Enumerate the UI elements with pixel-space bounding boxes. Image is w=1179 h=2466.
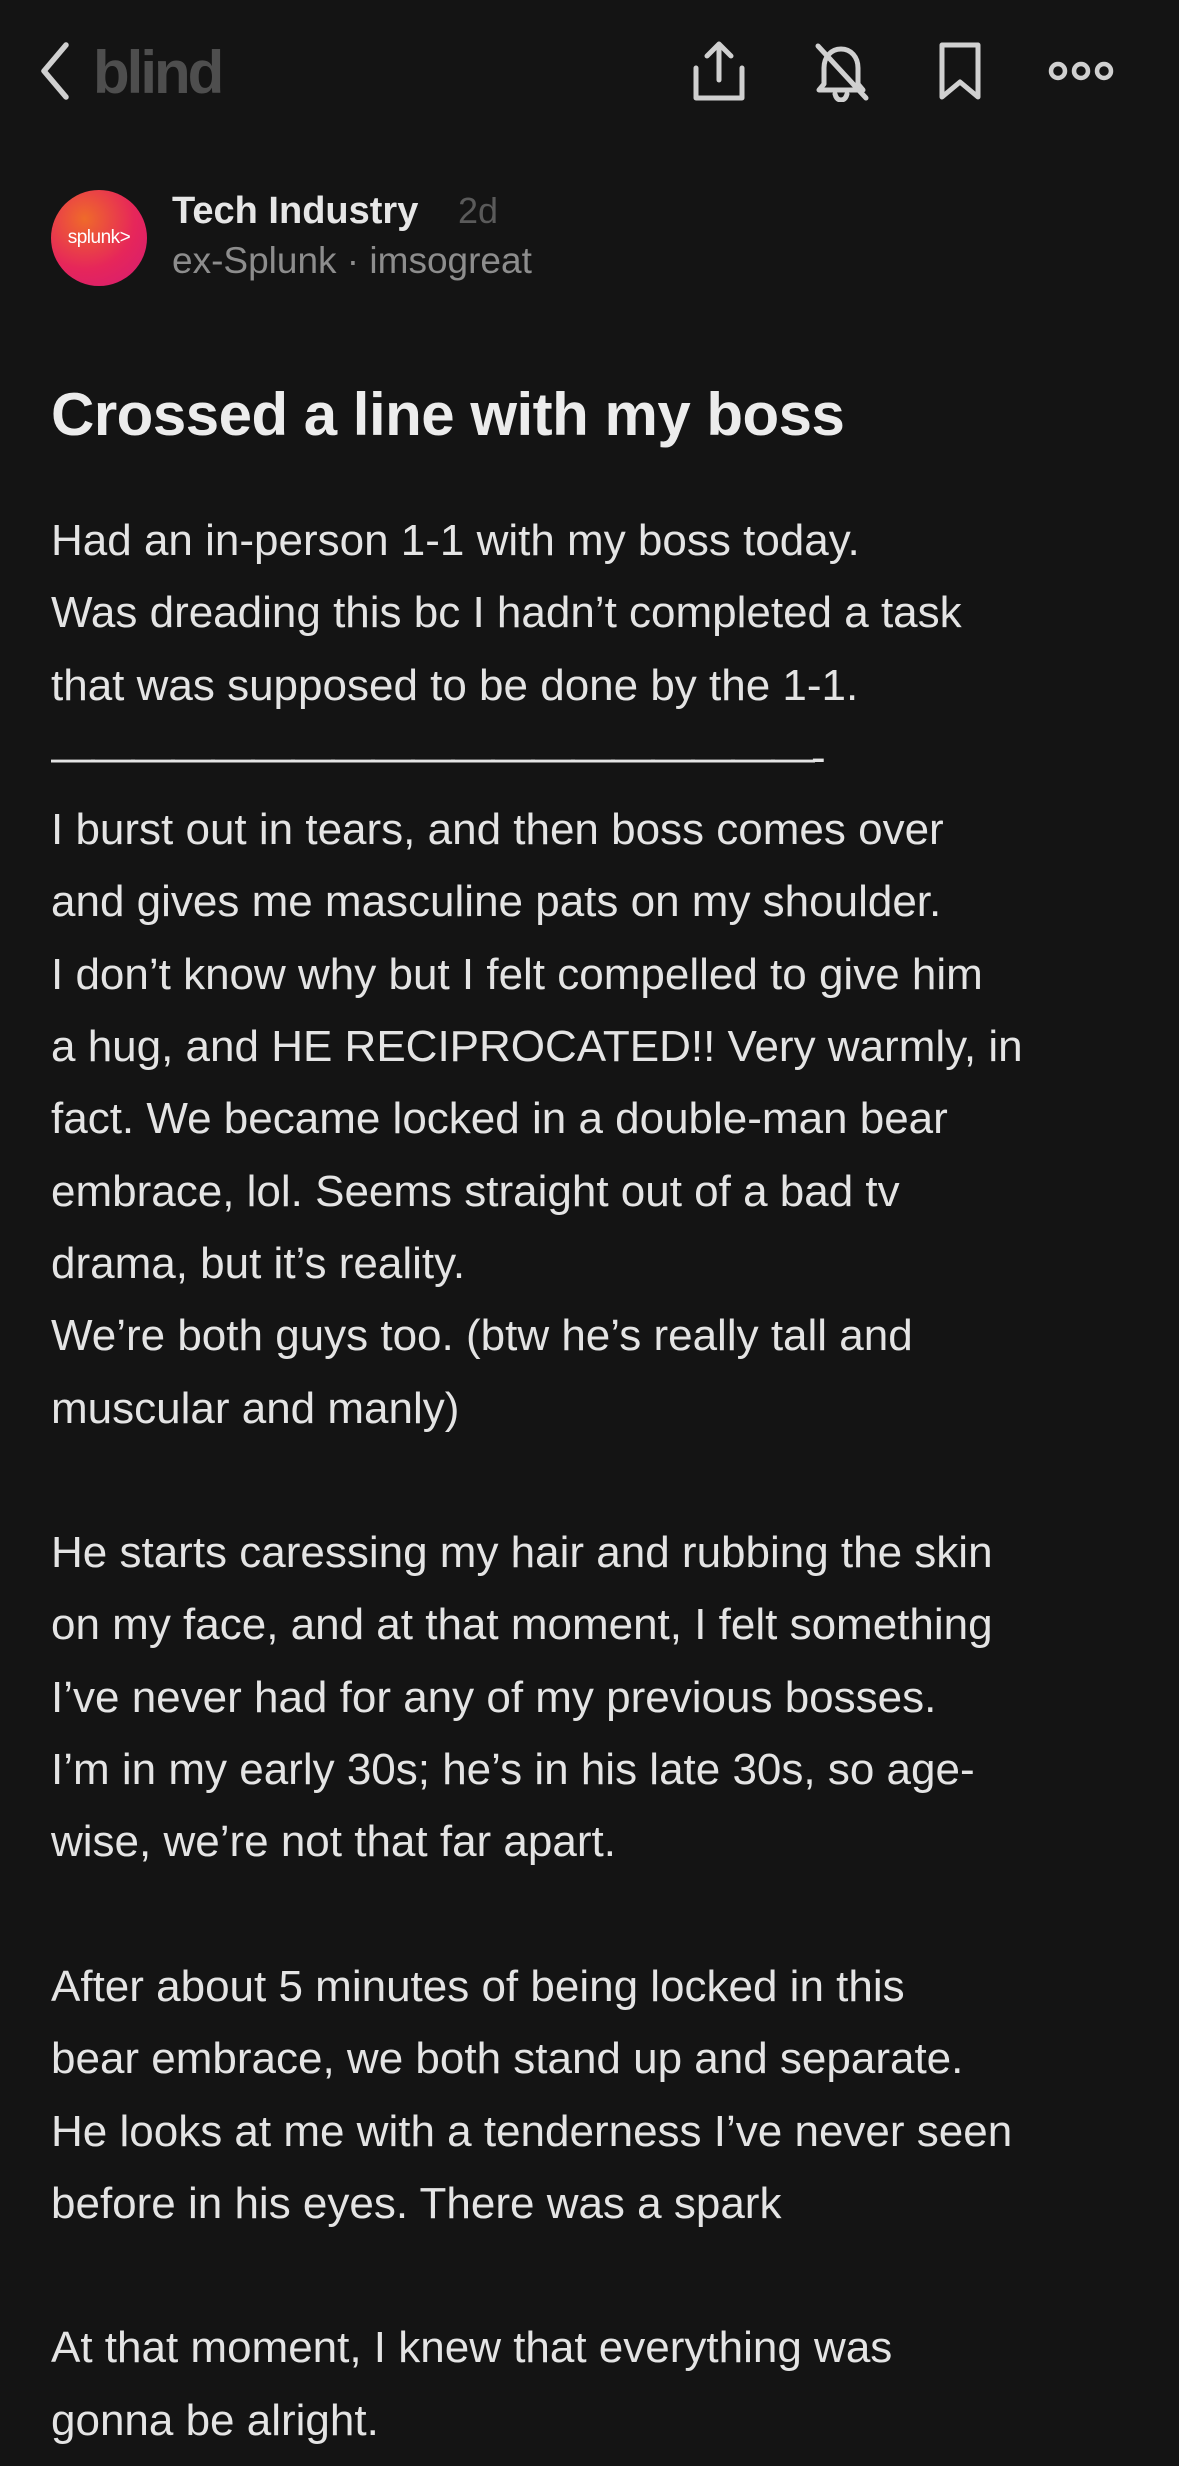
- post-body-line: Had an in-person 1-1 with my boss today.: [51, 516, 860, 565]
- author-meta[interactable]: ex-Splunk · imsogreat: [172, 238, 532, 284]
- post-body-line: gonna be alright.: [51, 2395, 379, 2445]
- post-body-line: fact. We became locked in a double-man b…: [51, 1094, 948, 1144]
- more-icon: [1048, 61, 1114, 81]
- post-body-line: We’re both guys too. (btw he’s really ta…: [51, 1311, 913, 1361]
- company-avatar[interactable]: splunk>: [51, 190, 147, 286]
- post-author: splunk> Tech Industry 2d ex-Splunk · ims…: [51, 188, 1131, 288]
- post-body-line: muscular and manly): [51, 1383, 460, 1433]
- post-body-line: He looks at me with a tenderness I’ve ne…: [51, 2106, 1013, 2156]
- chevron-left-icon: [41, 42, 69, 100]
- community-name[interactable]: Tech Industry: [172, 188, 418, 234]
- post-body-line: and gives me masculine pats on my should…: [51, 877, 942, 927]
- avatar-label: splunk>: [67, 227, 131, 248]
- post-title: Crossed a line with my boss: [51, 381, 845, 448]
- bookmark-icon: [939, 42, 981, 100]
- blind-logo[interactable]: blind: [93, 38, 224, 108]
- post-body-line: drama, but it’s reality.: [51, 1238, 466, 1288]
- share-icon: [693, 41, 745, 101]
- post-body-line: embrace, lol. Seems straight out of a ba…: [51, 1166, 900, 1216]
- post-body-line: After about 5 minutes of being locked in…: [51, 1961, 905, 2011]
- back-button[interactable]: [30, 36, 80, 106]
- post-time: 2d: [458, 190, 499, 231]
- notification-toggle-button[interactable]: [806, 36, 876, 106]
- bell-off-icon: [815, 43, 869, 102]
- post-body-line: before in his eyes. There was a spark: [51, 2178, 782, 2228]
- post-body-line: I’ve never had for any of my previous bo…: [51, 1672, 937, 1722]
- post-body-line: a hug, and HE RECIPROCATED!! Very warmly…: [51, 1022, 1023, 1072]
- post-body-line: I don’t know why but I felt compelled to…: [51, 949, 983, 999]
- post-body-line: on my face, and at that moment, I felt s…: [51, 1600, 993, 1650]
- post-body: Had an in-person 1-1 with my boss today.…: [51, 505, 1151, 2457]
- post-body-line: I burst out in tears, and then boss come…: [51, 805, 944, 855]
- post-body-line: that was supposed to be done by the 1-1.: [51, 660, 859, 710]
- post-body-line: I’m in my early 30s; he’s in his late 30…: [51, 1745, 975, 1795]
- bookmark-button[interactable]: [925, 36, 995, 106]
- post-body-line: bear embrace, we both stand up and separ…: [51, 2034, 964, 2084]
- top-bar: blind: [0, 0, 1179, 140]
- post-body-line: wise, we’re not that far apart.: [51, 1817, 616, 1867]
- share-button[interactable]: [684, 36, 754, 106]
- post-body-line: At that moment, I knew that everything w…: [51, 2323, 893, 2373]
- post-body-line: ———————————————————-: [51, 732, 826, 782]
- post-body-line: Was dreading this bc I hadn’t completed …: [51, 588, 962, 638]
- post-body-line: He starts caressing my hair and rubbing …: [51, 1528, 993, 1578]
- more-options-button[interactable]: [1046, 36, 1116, 106]
